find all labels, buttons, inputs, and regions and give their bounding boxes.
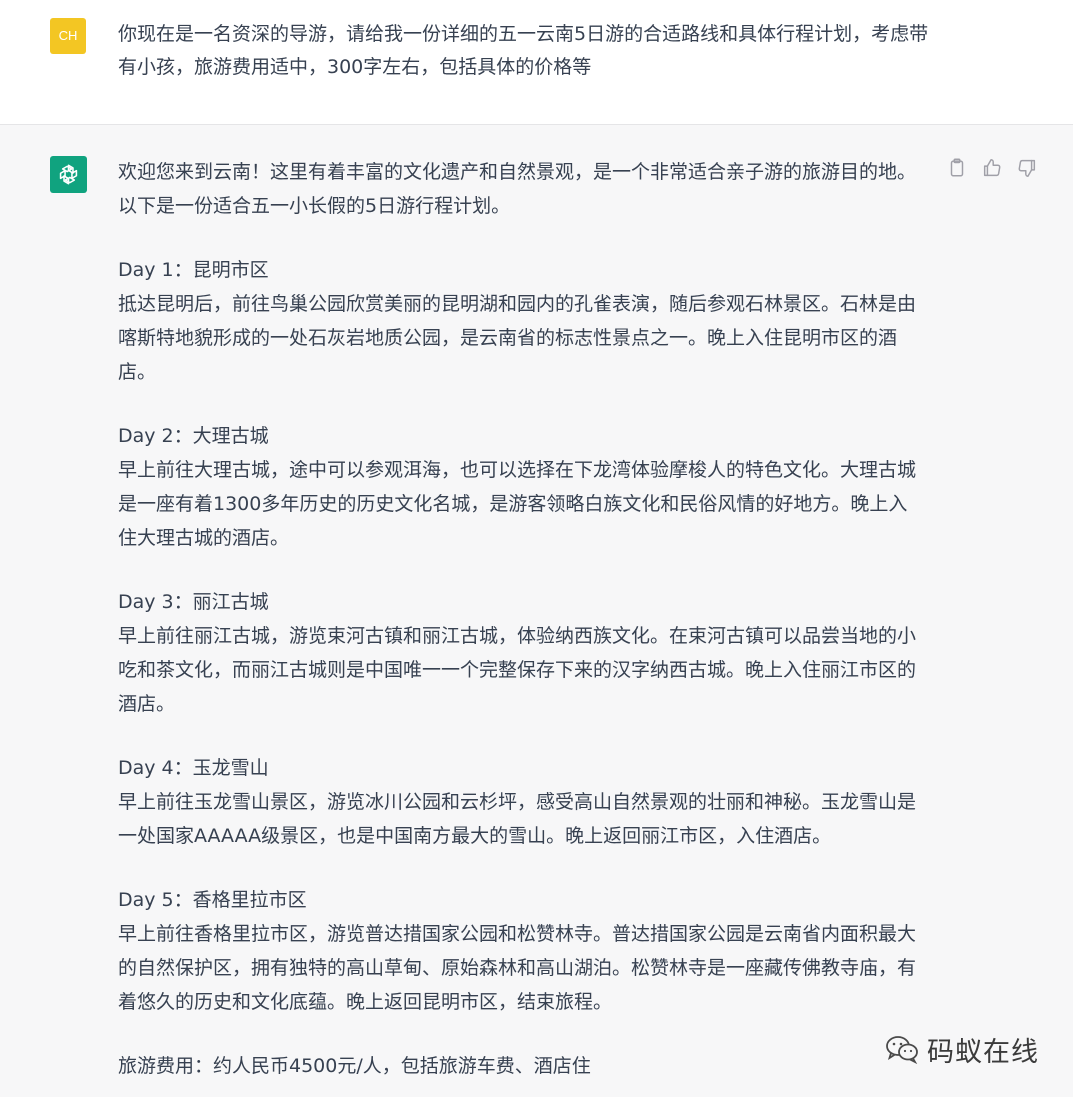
- day-4-section: Day 4：玉龙雪山 早上前往玉龙雪山景区，游览冰川公园和云杉坪，感受高山自然景…: [118, 751, 918, 853]
- assistant-avatar: [50, 156, 87, 193]
- thumbs-up-icon[interactable]: [981, 157, 1005, 181]
- day-2-section: Day 2：大理古城 早上前往大理古城，途中可以参观洱海，也可以选择在下龙湾体验…: [118, 419, 918, 555]
- day-4-title: Day 4：玉龙雪山: [118, 757, 269, 779]
- cost-text: 旅游费用：约人民币4500元/人，包括旅游车费、酒店住: [118, 1055, 591, 1077]
- assistant-answer: 欢迎您来到云南！这里有着丰富的文化遗产和自然景观，是一个非常适合亲子游的旅游目的…: [118, 155, 918, 1113]
- watermark: 码蚁在线: [885, 1031, 1039, 1068]
- day-3-body: 早上前往丽江古城，游览束河古镇和丽江古城，体验纳西族文化。在束河古镇可以品尝当地…: [118, 625, 917, 715]
- openai-logo-icon: [59, 164, 78, 185]
- thumbs-down-icon[interactable]: [1016, 157, 1040, 181]
- wechat-icon: [886, 1036, 918, 1064]
- user-message-text: 你现在是一名资深的导游，请给我一份详细的五一云南5日游的合适路线和具体行程计划，…: [118, 23, 929, 78]
- day-3-title: Day 3：丽江古城: [118, 591, 269, 613]
- user-message-turn: CH 你现在是一名资深的导游，请给我一份详细的五一云南5日游的合适路线和具体行程…: [0, 0, 1073, 125]
- day-1-body: 抵达昆明后，前往鸟巢公园欣赏美丽的昆明湖和园内的孔雀表演，随后参观石林景区。石林…: [118, 293, 917, 383]
- day-1-section: Day 1：昆明市区 抵达昆明后，前往鸟巢公园欣赏美丽的昆明湖和园内的孔雀表演，…: [118, 253, 918, 389]
- clipboard-icon[interactable]: [946, 157, 970, 181]
- day-5-body: 早上前往香格里拉市区，游览普达措国家公园和松赞林寺。普达措国家公园是云南省内面积…: [118, 923, 917, 1013]
- day-1-title: Day 1：昆明市区: [118, 259, 269, 281]
- day-2-body: 早上前往大理古城，途中可以参观洱海，也可以选择在下龙湾体验摩梭人的特色文化。大理…: [118, 459, 917, 549]
- answer-intro: 欢迎您来到云南！这里有着丰富的文化遗产和自然景观，是一个非常适合亲子游的旅游目的…: [118, 161, 917, 217]
- user-avatar: CH: [50, 18, 86, 54]
- day-5-section: Day 5：香格里拉市区 早上前往香格里拉市区，游览普达措国家公园和松赞林寺。普…: [118, 883, 918, 1019]
- day-5-title: Day 5：香格里拉市区: [118, 889, 307, 911]
- assistant-message-turn: 欢迎您来到云南！这里有着丰富的文化遗产和自然景观，是一个非常适合亲子游的旅游目的…: [0, 125, 1073, 1097]
- watermark-text: 码蚁在线: [927, 1036, 1039, 1068]
- day-4-body: 早上前往玉龙雪山景区，游览冰川公园和云杉坪，感受高山自然景观的壮丽和神秘。玉龙雪…: [118, 791, 917, 847]
- day-3-section: Day 3：丽江古城 早上前往丽江古城，游览束河古镇和丽江古城，体验纳西族文化。…: [118, 585, 918, 721]
- message-actions: [946, 157, 1046, 183]
- day-2-title: Day 2：大理古城: [118, 425, 269, 447]
